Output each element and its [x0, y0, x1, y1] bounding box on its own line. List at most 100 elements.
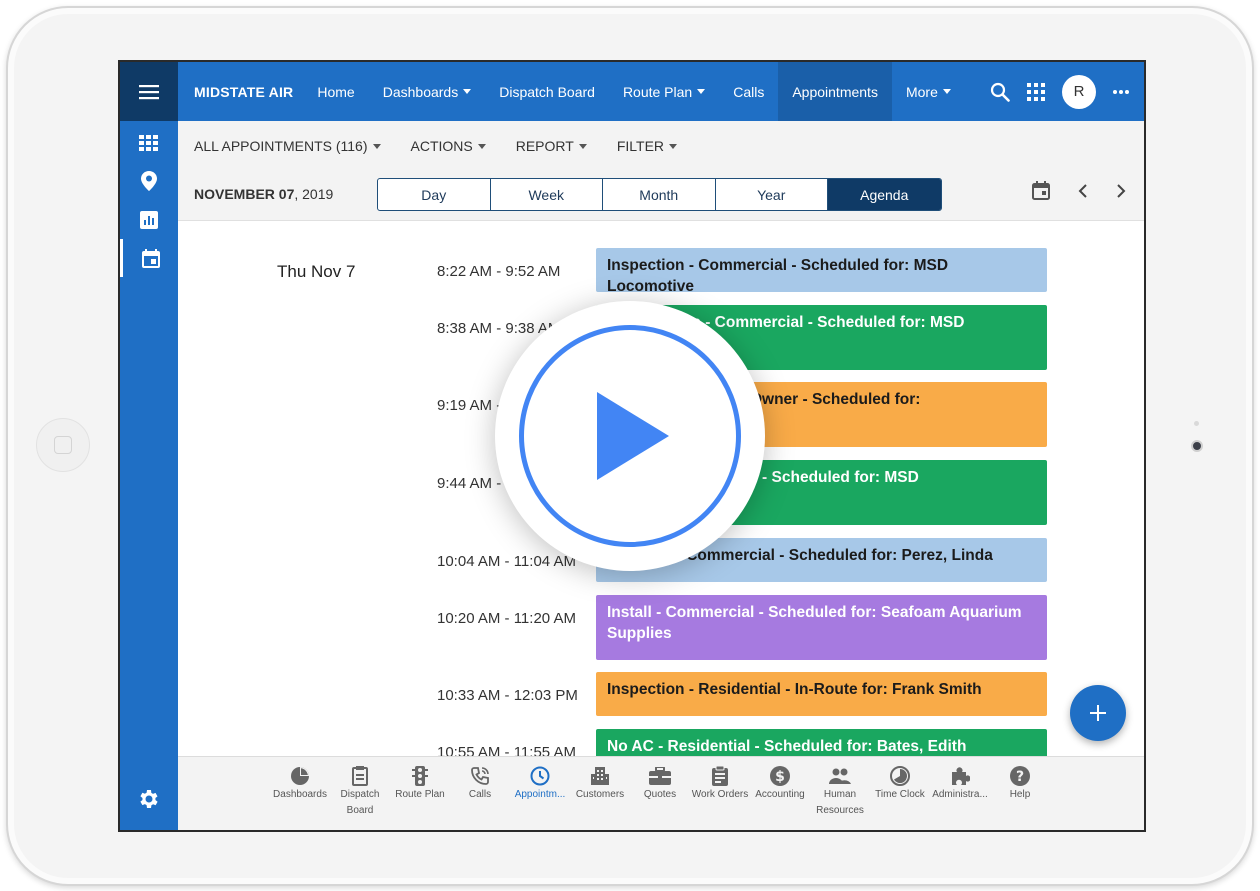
- add-appointment-button[interactable]: [1070, 685, 1126, 741]
- bottom-nav-time-clock[interactable]: Time Clock: [870, 765, 930, 803]
- plus-icon: [1090, 705, 1106, 721]
- dropdown-label: REPORT: [515, 138, 574, 154]
- pie-chart-icon: [291, 767, 309, 785]
- bottom-nav-route-plan[interactable]: Route Plan: [390, 765, 450, 803]
- more-options-icon[interactable]: [1112, 89, 1130, 95]
- bottom-nav: Dashboards Dispatch Board Route Plan Cal…: [178, 756, 1144, 830]
- tablet-sensor: [1194, 421, 1199, 426]
- clipboard-icon: [352, 766, 368, 786]
- caret-down-icon: [669, 143, 678, 149]
- rail-map-button[interactable]: [120, 162, 178, 200]
- bottom-nav-accounting[interactable]: $ Accounting: [750, 765, 810, 803]
- toolbar-nav-icons: [1032, 181, 1126, 200]
- tab-year[interactable]: Year: [716, 179, 828, 210]
- current-date-bold: NOVEMBER 07: [194, 186, 295, 202]
- help-icon: ?: [1010, 766, 1030, 786]
- nav-calls[interactable]: Calls: [719, 62, 778, 121]
- clock-icon: [530, 766, 550, 786]
- bottom-nav-label: Dashboards: [273, 789, 327, 800]
- hamburger-icon: [139, 84, 159, 99]
- nav-route-plan[interactable]: Route Plan: [609, 62, 719, 121]
- people-icon: [829, 768, 851, 784]
- rail-calendar-button[interactable]: [120, 239, 178, 277]
- map-pin-icon: [141, 171, 157, 191]
- search-icon[interactable]: [990, 82, 1010, 102]
- calendar-picker-icon[interactable]: [1032, 181, 1050, 200]
- nav-label: Calls: [733, 83, 765, 100]
- nav-label: Appointments: [792, 83, 878, 100]
- nav-label: Home: [317, 83, 355, 100]
- bottom-nav-administration[interactable]: Administra...: [930, 765, 990, 803]
- bottom-nav-label: Dispatch Board: [340, 789, 380, 816]
- chevron-right-icon[interactable]: [1116, 183, 1126, 198]
- left-rail: [120, 62, 178, 830]
- dropdown-label: ALL APPOINTMENTS (116): [194, 138, 368, 154]
- calendar-icon: [141, 248, 160, 268]
- nav-label: More: [905, 83, 938, 100]
- bottom-nav-quotes[interactable]: Quotes: [630, 765, 690, 803]
- bottom-nav-label: Calls: [468, 789, 492, 800]
- bottom-nav-human-resources[interactable]: Human Resources: [810, 765, 870, 819]
- nav-label: Route Plan: [622, 83, 693, 100]
- bottom-nav-label: Appointm...: [514, 789, 566, 800]
- apps-grid-icon[interactable]: [1026, 82, 1046, 101]
- play-ring: [519, 325, 741, 547]
- appointment-card[interactable]: No AC - Residential - Scheduled for: Bat…: [596, 729, 1047, 756]
- bottom-nav-label: Quotes: [643, 789, 677, 800]
- rail-reports-button[interactable]: [120, 201, 178, 239]
- nav-dashboards[interactable]: Dashboards: [369, 62, 486, 121]
- svg-text:?: ?: [1016, 769, 1024, 785]
- user-avatar[interactable]: R: [1062, 74, 1096, 109]
- appointment-time: 10:20 AM - 11:20 AM: [437, 610, 576, 627]
- bottom-nav-appointments[interactable]: Appointm...: [510, 765, 570, 803]
- appointment-time: 10:04 AM - 11:04 AM: [437, 553, 576, 570]
- appointment-time: 8:22 AM - 9:52 AM: [437, 263, 561, 280]
- rail-grid-button[interactable]: [120, 124, 178, 162]
- tab-month[interactable]: Month: [603, 179, 716, 210]
- bottom-nav-customers[interactable]: Customers: [570, 765, 630, 803]
- building-icon: [591, 767, 609, 785]
- hamburger-menu-button[interactable]: [120, 62, 178, 121]
- filter-dropdown[interactable]: FILTER: [616, 138, 678, 154]
- nav-label: Dispatch Board: [499, 83, 595, 100]
- appointment-time: 10:55 AM - 11:55 AM: [437, 744, 576, 756]
- report-dropdown[interactable]: REPORT: [516, 138, 587, 154]
- nav-home[interactable]: Home: [303, 62, 368, 121]
- appointment-card[interactable]: Install - Commercial - Scheduled for: Se…: [596, 595, 1047, 660]
- all-appointments-dropdown[interactable]: ALL APPOINTMENTS (116): [194, 138, 381, 154]
- bottom-nav-dispatch-board[interactable]: Dispatch Board: [330, 765, 390, 819]
- bar-chart-icon: [140, 211, 158, 229]
- top-nav: MIDSTATE AIR Home Dashboards Dispatch Bo…: [178, 62, 1144, 121]
- tablet-camera: [1191, 440, 1203, 452]
- caret-down-icon: [372, 143, 381, 149]
- bottom-nav-dashboards[interactable]: Dashboards: [270, 765, 330, 803]
- bottom-nav-label: Time Clock: [875, 789, 925, 800]
- bottom-nav-work-orders[interactable]: Work Orders: [690, 765, 750, 803]
- puzzle-icon: [952, 767, 970, 785]
- tab-agenda[interactable]: Agenda: [828, 179, 941, 210]
- traffic-light-icon: [412, 766, 428, 786]
- nav-more[interactable]: More: [892, 62, 965, 121]
- bottom-nav-label: Human Resources: [816, 789, 864, 816]
- appointments-toolbar: ALL APPOINTMENTS (116) ACTIONS REPORT FI…: [178, 121, 1144, 221]
- current-date-year: , 2019: [294, 186, 334, 202]
- tab-week[interactable]: Week: [491, 179, 603, 210]
- nav-appointments[interactable]: Appointments: [778, 62, 892, 121]
- bottom-nav-calls[interactable]: Calls: [450, 765, 510, 803]
- chevron-left-icon[interactable]: [1078, 183, 1088, 198]
- svg-text:$: $: [775, 769, 785, 785]
- actions-dropdown[interactable]: ACTIONS: [411, 138, 486, 154]
- bottom-nav-help[interactable]: ? Help: [990, 765, 1050, 803]
- bottom-nav-label: Help: [1009, 789, 1031, 800]
- video-play-button[interactable]: [495, 301, 765, 571]
- nav-dispatch-board[interactable]: Dispatch Board: [485, 62, 609, 121]
- appointment-card[interactable]: Inspection - Residential - In-Route for:…: [596, 672, 1047, 716]
- rail-settings-button[interactable]: [120, 780, 178, 818]
- brand-name[interactable]: MIDSTATE AIR: [194, 84, 293, 100]
- dropdown-label: FILTER: [616, 138, 665, 154]
- agenda-day-label: Thu Nov 7: [277, 262, 356, 281]
- nav-label: Dashboards: [382, 83, 459, 100]
- tab-day[interactable]: Day: [378, 179, 491, 210]
- appointment-card[interactable]: Inspection - Commercial - Scheduled for:…: [596, 248, 1047, 295]
- bottom-nav-label: Accounting: [755, 789, 805, 800]
